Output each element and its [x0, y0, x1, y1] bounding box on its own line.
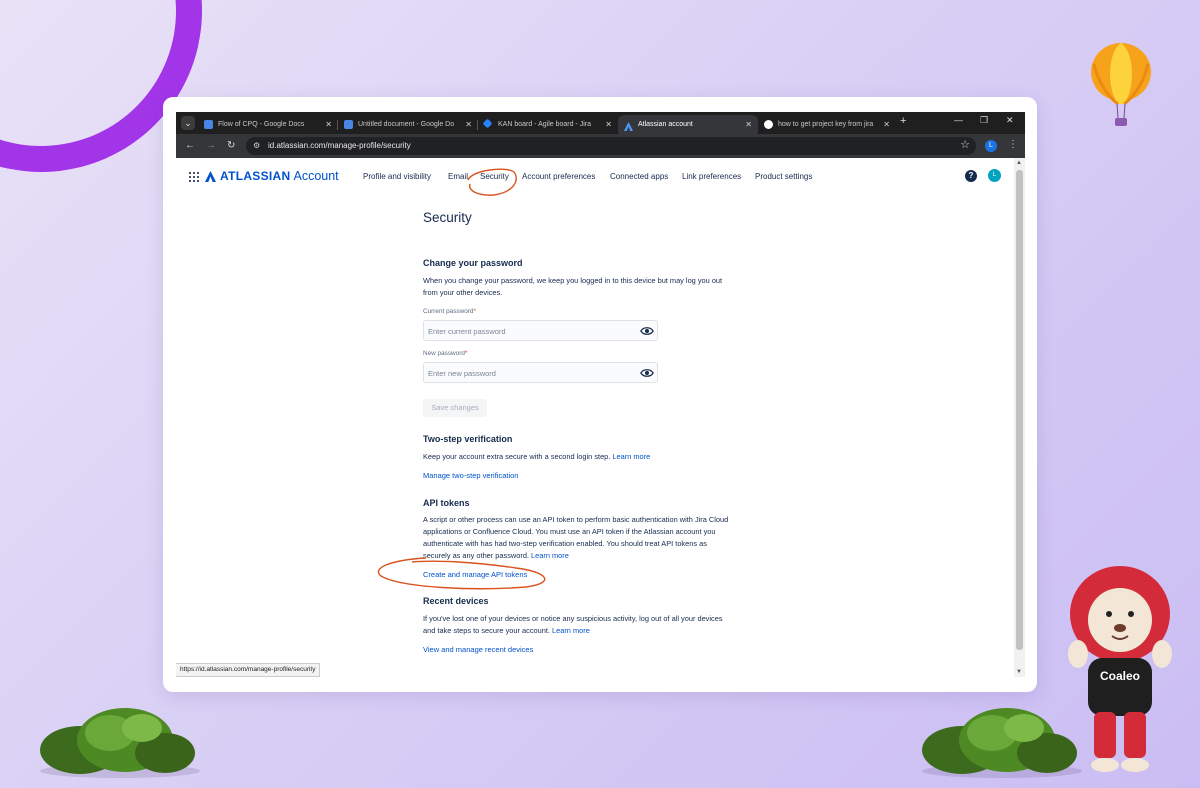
help-icon[interactable]: ? — [965, 170, 977, 182]
address-bar[interactable]: ⚙ id.atlassian.com/manage-profile/securi… — [246, 137, 976, 155]
close-icon[interactable]: ✕ — [325, 115, 332, 134]
hot-air-balloon-icon — [1091, 43, 1151, 126]
brand-name: ATLASSIAN — [220, 169, 291, 183]
tab-kan-board[interactable]: KAN board - Agile board - Jira ✕ — [478, 115, 618, 134]
tab-title: Atlassian account — [638, 121, 693, 128]
restore-icon[interactable]: ❐ — [980, 115, 988, 126]
google-icon — [764, 120, 773, 129]
two-step-heading: Two-step verification — [423, 434, 513, 444]
jira-icon — [482, 118, 493, 129]
api-tokens-heading: API tokens — [423, 498, 470, 508]
tab-flow-of-cpq[interactable]: Flow of CPQ - Google Docs ✕ — [198, 115, 338, 134]
two-step-description: Keep your account extra secure with a se… — [423, 452, 651, 461]
new-password-input[interactable] — [428, 366, 628, 380]
product-name: Account — [293, 169, 339, 183]
show-password-eye-icon[interactable] — [640, 366, 654, 380]
bookmark-star-icon[interactable]: ☆ — [960, 138, 970, 151]
api-tokens-description: A script or other process can use an API… — [423, 515, 729, 560]
api-tokens-learn-more-link[interactable]: Learn more — [531, 551, 569, 560]
window-close-icon[interactable]: ✕ — [1006, 115, 1014, 126]
show-password-eye-icon[interactable] — [640, 324, 654, 338]
tab-title: Flow of CPQ - Google Docs — [218, 121, 305, 128]
forward-icon[interactable]: → — [206, 140, 216, 151]
security-content: Security Change your password When you c… — [423, 158, 793, 677]
atlassian-icon — [624, 120, 633, 131]
current-password-field[interactable] — [423, 320, 658, 341]
close-icon[interactable]: ✕ — [465, 115, 472, 134]
back-icon[interactable]: ← — [185, 140, 195, 151]
save-changes-button[interactable]: Save changes — [423, 399, 487, 417]
tab-google-search[interactable]: how to get project key from jira ✕ — [758, 115, 896, 134]
tab-title: Untitled document - Google Do — [358, 121, 455, 128]
reload-icon[interactable]: ↻ — [227, 140, 235, 151]
mascot-shirt-text: Coaleo — [1100, 669, 1140, 683]
app-switcher-icon[interactable] — [189, 172, 199, 182]
tab-title: how to get project key from jira — [778, 121, 874, 128]
close-icon[interactable]: ✕ — [605, 115, 612, 134]
two-step-learn-more-link[interactable]: Learn more — [612, 452, 650, 461]
atlassian-logo-icon — [205, 170, 216, 182]
tab-atlassian-account[interactable]: Atlassian account ✕ — [618, 115, 758, 134]
new-password-label: New password* — [423, 350, 468, 357]
tab-search-button[interactable]: ⌄ — [181, 116, 195, 130]
lion-mascot: Coaleo — [1064, 562, 1176, 774]
create-manage-api-tokens-link[interactable]: Create and manage API tokens — [423, 570, 527, 579]
scrollbar-thumb[interactable] — [1016, 170, 1023, 650]
manage-two-step-link[interactable]: Manage two-step verification — [423, 471, 518, 480]
tab-title: KAN board - Agile board - Jira — [498, 121, 591, 128]
recent-devices-description: If you've lost one of your devices or no… — [423, 614, 723, 635]
right-bush — [912, 698, 1082, 778]
google-docs-icon — [344, 120, 353, 129]
account-avatar[interactable]: L — [988, 169, 1001, 182]
view-recent-devices-link[interactable]: View and manage recent devices — [423, 645, 533, 654]
close-icon[interactable]: ✕ — [883, 115, 890, 134]
change-password-heading: Change your password — [423, 258, 523, 268]
tab-untitled-document[interactable]: Untitled document - Google Do ✕ — [338, 115, 478, 134]
address-bar-row: ← → ↻ ⚙ id.atlassian.com/manage-profile/… — [176, 134, 1025, 158]
new-password-field[interactable] — [423, 362, 658, 383]
current-password-input[interactable] — [428, 324, 628, 338]
browser-window: ⌄ Flow of CPQ - Google Docs ✕ Untitled d… — [176, 112, 1025, 677]
tab-strip: ⌄ Flow of CPQ - Google Docs ✕ Untitled d… — [176, 112, 1025, 134]
browser-profile-avatar[interactable]: L — [985, 140, 997, 152]
minimize-icon[interactable]: — — [954, 115, 963, 125]
current-password-label: Current password* — [423, 308, 476, 315]
status-bar-url: https://id.atlassian.com/manage-profile/… — [176, 663, 321, 677]
site-info-icon[interactable]: ⚙ — [253, 141, 263, 151]
screenshot-card: ⌄ Flow of CPQ - Google Docs ✕ Untitled d… — [163, 97, 1037, 692]
atlassian-page: ATLASSIAN Account Profile and visibility… — [176, 158, 1014, 677]
close-icon[interactable]: ✕ — [745, 115, 752, 134]
nav-profile-and-visibility[interactable]: Profile and visibility — [363, 172, 431, 181]
left-bush — [30, 698, 200, 778]
google-docs-icon — [204, 120, 213, 129]
recent-devices-learn-more-link[interactable]: Learn more — [552, 626, 590, 635]
change-password-description: When you change your password, we keep y… — [423, 276, 723, 297]
page-scrollbar[interactable]: ▲ ▼ — [1014, 158, 1025, 677]
url-text[interactable]: id.atlassian.com/manage-profile/security — [268, 137, 411, 155]
browser-menu-icon[interactable]: ⋮ — [1008, 139, 1018, 150]
recent-devices-heading: Recent devices — [423, 596, 489, 606]
atlassian-logo[interactable]: ATLASSIAN Account — [205, 168, 339, 184]
new-tab-button[interactable]: + — [900, 115, 906, 127]
page-title: Security — [423, 210, 472, 225]
